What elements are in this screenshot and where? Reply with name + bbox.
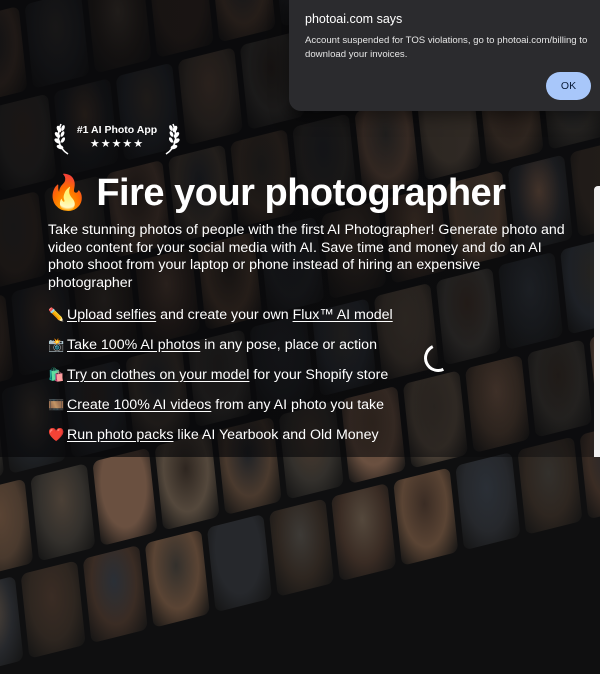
ok-button[interactable]: OK — [546, 72, 591, 100]
background-photo-tile — [331, 482, 397, 582]
dialog-message: Account suspended for TOS violations, go… — [305, 35, 588, 60]
dialog-origin: photoai.com says — [305, 12, 403, 26]
feature-item: 📸 Take 100% AI photos in any pose, place… — [48, 330, 393, 360]
background-photo-tile — [455, 451, 521, 551]
flux-ai-model-link[interactable]: Flux™ AI model — [293, 305, 393, 325]
feature-text: in any pose, place or action — [200, 337, 377, 353]
feature-text: from any AI photo you take — [211, 397, 385, 413]
background-photo-tile — [30, 463, 96, 562]
intro-paragraph: Take stunning photos of people with the … — [48, 222, 565, 291]
background-photo-tile — [206, 513, 273, 613]
loading-spinner-icon — [420, 340, 456, 376]
create-ai-videos-link[interactable]: Create 100% AI videos — [67, 395, 211, 415]
side-panel-edge — [594, 186, 600, 457]
background-photo-tile — [20, 560, 86, 659]
feature-text: and create your own — [156, 307, 293, 323]
upload-selfies-link[interactable]: Upload selfies — [67, 305, 156, 325]
alert-dialog: photoai.com says Account suspended for T… — [289, 0, 600, 111]
feature-item: 🎞️ Create 100% AI videos from any AI pho… — [48, 390, 393, 420]
film-frames-icon: 🎞️ — [48, 397, 65, 412]
background-photo-tile — [92, 447, 158, 547]
laurel-right-icon — [165, 123, 180, 155]
page-title: Fire your photographer — [96, 171, 506, 214]
camera-icon: 📸 — [48, 337, 65, 352]
try-on-clothes-link[interactable]: Try on clothes on your model — [67, 365, 249, 385]
award-badge: #1 AI Photo App ★★★★★ — [54, 116, 180, 160]
pencil-icon: ✏️ — [48, 307, 65, 322]
headline: 🔥 Fire your photographer — [46, 167, 506, 219]
feature-item: ✏️ Upload selfies and create your own Fl… — [48, 300, 393, 330]
feature-item: 🛍️ Try on clothes on your model for your… — [48, 360, 393, 390]
take-ai-photos-link[interactable]: Take 100% AI photos — [67, 335, 200, 355]
feature-text: like AI Yearbook and Old Money — [173, 427, 379, 443]
background-photo-tile — [393, 467, 459, 566]
fire-icon: 🔥 — [46, 174, 89, 212]
background-photo-tile — [82, 544, 148, 644]
background-photo-tile — [0, 478, 34, 577]
heart-icon: ❤️ — [48, 427, 65, 442]
run-photo-packs-link[interactable]: Run photo packs — [67, 425, 173, 445]
feature-text: for your Shopify store — [249, 367, 389, 383]
feature-item: ❤️ Run photo packs like AI Yearbook and … — [48, 420, 393, 450]
background-photo-tile — [268, 498, 335, 597]
background-photo-tile — [144, 529, 210, 628]
shopping-bags-icon: 🛍️ — [48, 367, 65, 382]
feature-list: ✏️ Upload selfies and create your own Fl… — [48, 300, 393, 450]
background-photo-tile — [0, 575, 24, 674]
